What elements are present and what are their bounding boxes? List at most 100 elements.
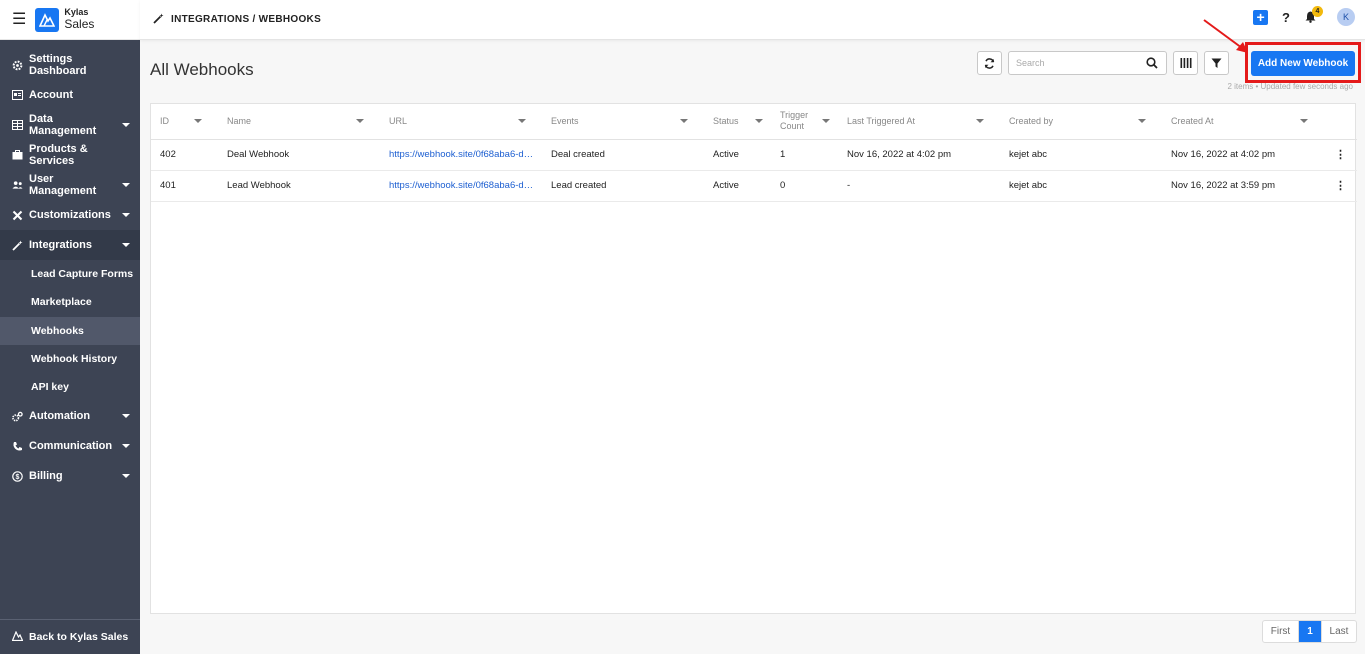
refresh-icon	[984, 57, 995, 69]
avatar[interactable]: K	[1337, 8, 1355, 26]
cell-created-by: kejet abc	[1009, 180, 1048, 191]
sidebar-item-automation[interactable]: Automation	[0, 401, 140, 431]
row-actions-kebab-icon[interactable]: ⋮	[1324, 139, 1357, 170]
sidebar-item-label: Integrations	[29, 239, 92, 251]
box-icon	[12, 150, 23, 161]
sidebar-subitem-lead-capture-forms[interactable]: Lead Capture Forms	[0, 260, 140, 288]
column-header-id[interactable]: ID	[151, 104, 218, 139]
sidebar-subitem-marketplace[interactable]: Marketplace	[0, 288, 140, 316]
hamburger-menu-icon[interactable]: ☰	[12, 11, 26, 28]
list-toolbar	[977, 51, 1229, 75]
sort-icon	[755, 119, 763, 123]
cell-name: Deal Webhook	[227, 149, 290, 160]
sidebar-item-settings-dashboard[interactable]: Settings Dashboard	[0, 50, 140, 80]
brand-name-bottom: Sales	[64, 16, 95, 31]
notifications-button[interactable]: 4	[1305, 6, 1323, 23]
search-icon[interactable]	[1146, 57, 1158, 69]
column-header-label: URL	[389, 116, 408, 127]
chevron-down-icon	[122, 243, 130, 247]
quick-add-button[interactable]: +	[1253, 9, 1269, 25]
cell-trigger-count: 1	[780, 149, 786, 160]
pagination: First 1 Last	[1262, 620, 1357, 643]
cell-id: 401	[160, 180, 176, 191]
column-header-label: Trigger Count	[780, 110, 809, 132]
search-box	[1008, 51, 1167, 75]
chevron-down-icon	[122, 414, 130, 419]
webhooks-table: ID Name URL Events Status Trigger Count …	[151, 104, 1357, 202]
sort-icon	[356, 119, 364, 123]
pagination-last-button[interactable]: Last	[1321, 621, 1356, 642]
sidebar-item-user-management[interactable]: User Management	[0, 170, 140, 200]
chevron-down-icon	[122, 213, 130, 217]
search-input[interactable]	[1009, 53, 1139, 73]
sidebar-item-label: User Management	[29, 173, 97, 197]
top-actions: + ? 4 K	[1253, 6, 1355, 26]
cell-url-link[interactable]: https://webhook.site/0f68aba6-d…	[380, 139, 542, 170]
gear-icon	[12, 60, 23, 71]
pagination-page-button[interactable]: 1	[1299, 621, 1321, 642]
row-actions-kebab-icon[interactable]: ⋮	[1324, 170, 1357, 201]
column-header-actions	[1324, 104, 1357, 139]
column-header-label: Created by	[1009, 116, 1054, 127]
sidebar-item-account[interactable]: Account	[0, 80, 140, 110]
sort-icon	[194, 119, 202, 123]
notification-count-badge: 4	[1312, 6, 1323, 17]
cell-created-by: kejet abc	[1009, 149, 1048, 160]
sidebar-item-label: Automation	[29, 410, 91, 423]
sidebar-subitem-webhook-history[interactable]: Webhook History	[0, 345, 140, 373]
sidebar-subitem-webhooks[interactable]: Webhooks	[0, 316, 140, 345]
sidebar-item-integrations[interactable]: Integrations	[0, 230, 140, 260]
magic-wand-icon	[12, 240, 23, 251]
brand-name: Kylas Sales	[64, 8, 94, 30]
refresh-button[interactable]	[977, 51, 1002, 75]
chevron-down-icon	[122, 183, 130, 187]
cell-name: Lead Webhook	[227, 180, 291, 191]
sidebar-item-label: Communication	[29, 440, 113, 453]
help-icon[interactable]: ?	[1282, 10, 1290, 25]
cell-events: Deal created	[551, 149, 605, 160]
column-header-events[interactable]: Events	[542, 104, 704, 139]
column-header-last-triggered-at[interactable]: Last Triggered At	[838, 104, 1000, 139]
pagination-first-button[interactable]: First	[1263, 621, 1299, 642]
kylas-logo-icon	[35, 7, 60, 32]
sort-icon	[518, 119, 526, 123]
column-header-created-at[interactable]: Created At	[1162, 104, 1324, 139]
columns-button[interactable]	[1173, 51, 1198, 75]
tools-icon	[12, 210, 23, 221]
table-header-row: ID Name URL Events Status Trigger Count …	[151, 104, 1357, 139]
column-header-label: ID	[160, 116, 169, 127]
sort-icon	[822, 119, 830, 123]
sort-icon	[1300, 119, 1308, 123]
sort-icon	[1138, 119, 1146, 123]
sidebar-item-customizations[interactable]: Customizations	[0, 200, 140, 230]
cell-created-at: Nov 16, 2022 at 4:02 pm	[1171, 149, 1276, 160]
sidebar-item-billing[interactable]: $ Billing	[0, 461, 140, 491]
table-row[interactable]: 402 Deal Webhook https://webhook.site/0f…	[151, 139, 1357, 170]
svg-text:$: $	[16, 474, 20, 481]
sidebar-subitem-api-key[interactable]: API key	[0, 373, 140, 401]
column-header-name[interactable]: Name	[218, 104, 380, 139]
sidebar: ☰ Kylas Sales Settings Dashboard Account…	[0, 0, 140, 654]
column-header-status[interactable]: Status	[704, 104, 771, 139]
cogs-icon	[12, 411, 23, 422]
column-header-trigger-count[interactable]: Trigger Count	[771, 104, 838, 139]
chevron-down-icon	[122, 123, 130, 127]
chevron-down-icon	[122, 444, 130, 449]
sidebar-item-communication[interactable]: Communication	[0, 431, 140, 461]
magic-wand-icon	[153, 13, 164, 27]
cell-status: Active	[713, 149, 739, 160]
column-header-created-by[interactable]: Created by	[1000, 104, 1162, 139]
add-new-webhook-button[interactable]: Add New Webhook	[1251, 51, 1355, 76]
sort-icon	[976, 119, 984, 123]
cell-url-link[interactable]: https://webhook.site/0f68aba6-d…	[380, 170, 542, 201]
sidebar-item-label: Account	[29, 89, 73, 101]
sidebar-item-products-services[interactable]: Products & Services	[0, 140, 140, 170]
sidebar-item-label: Billing	[29, 470, 63, 483]
column-header-url[interactable]: URL	[380, 104, 542, 139]
sidebar-item-label: Data Management	[29, 113, 97, 137]
chevron-down-icon	[122, 474, 130, 479]
back-to-kylas-sales-link[interactable]: Back to Kylas Sales	[0, 619, 140, 654]
kylas-mini-logo-icon	[11, 630, 24, 644]
sidebar-item-data-management[interactable]: Data Management	[0, 110, 140, 140]
table-row[interactable]: 401 Lead Webhook https://webhook.site/0f…	[151, 170, 1357, 201]
